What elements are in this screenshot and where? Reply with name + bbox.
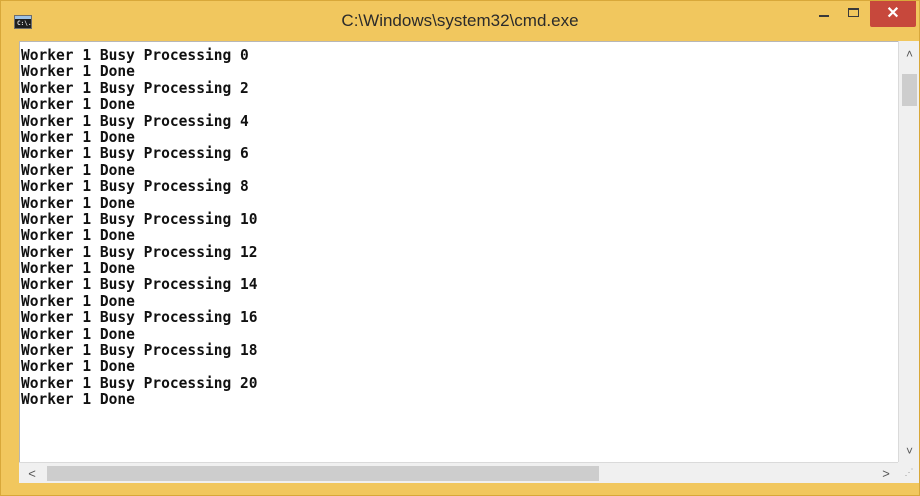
title-bar[interactable]: C:\. C:\Windows\system32\cmd.exe ✕ bbox=[1, 1, 919, 41]
console-line: Worker 1 Busy Processing 14 bbox=[21, 275, 258, 294]
console-line: Worker 1 Busy Processing 12 bbox=[21, 242, 258, 261]
minimize-button[interactable] bbox=[809, 1, 839, 27]
scroll-up-icon[interactable]: ˄ bbox=[899, 45, 920, 63]
console-line: Worker 1 Done bbox=[21, 324, 135, 343]
console-line: Worker 1 Done bbox=[21, 226, 135, 245]
console-line: Worker 1 Busy Processing 0 bbox=[21, 46, 249, 64]
minimize-icon bbox=[819, 15, 829, 17]
scroll-right-icon[interactable]: > bbox=[877, 463, 895, 484]
console-line: Worker 1 Busy Processing 4 bbox=[21, 111, 249, 130]
console-line: Worker 1 Busy Processing 2 bbox=[21, 78, 249, 97]
app-icon-glyph: C:\. bbox=[17, 20, 32, 27]
vertical-scroll-thumb[interactable] bbox=[902, 74, 917, 106]
maximize-icon bbox=[848, 8, 859, 17]
maximize-button[interactable] bbox=[839, 1, 869, 27]
console-line: Worker 1 Done bbox=[21, 193, 135, 212]
close-icon: ✕ bbox=[886, 5, 900, 22]
horizontal-scroll-thumb[interactable] bbox=[47, 466, 599, 481]
console-line: Worker 1 Done bbox=[21, 62, 135, 81]
console-lines: Worker 1 Busy Processing 0 Worker 1 Done W… bbox=[21, 47, 265, 408]
resize-grip-icon[interactable]: ⋰ bbox=[903, 466, 915, 478]
console-line: Worker 1 Busy Processing 18 bbox=[21, 341, 258, 360]
console-line: Worker 1 Busy Processing 6 bbox=[21, 144, 249, 163]
console-line: Worker 1 Busy Processing 16 bbox=[21, 308, 258, 327]
cmd-app-icon[interactable]: C:\. bbox=[14, 15, 32, 29]
app-icon-strip bbox=[15, 16, 31, 19]
resize-corner[interactable]: ⋰ bbox=[898, 462, 919, 483]
console-line: Worker 1 Done bbox=[21, 127, 135, 146]
console-line: Worker 1 Busy Processing 10 bbox=[21, 209, 258, 228]
scroll-down-icon[interactable]: ˅ bbox=[899, 442, 920, 460]
vertical-scrollbar[interactable]: ˄ ˅ bbox=[898, 41, 919, 462]
console-line: Worker 1 Done bbox=[21, 390, 135, 409]
horizontal-scrollbar[interactable]: < > bbox=[19, 462, 898, 483]
console-line: Worker 1 Busy Processing 20 bbox=[21, 373, 258, 392]
window-title: C:\Windows\system32\cmd.exe bbox=[341, 11, 579, 30]
console-output[interactable]: Worker 1 Busy Processing 0 Worker 1 Done W… bbox=[19, 41, 898, 462]
console-line: Worker 1 Busy Processing 8 bbox=[21, 177, 249, 196]
console-window: C:\. C:\Windows\system32\cmd.exe ✕ Worke… bbox=[0, 0, 920, 496]
close-button[interactable]: ✕ bbox=[870, 1, 916, 27]
console-line: Worker 1 Done bbox=[21, 291, 135, 310]
console-line: Worker 1 Done bbox=[21, 160, 135, 179]
scroll-left-icon[interactable]: < bbox=[23, 463, 41, 484]
console-line: Worker 1 Done bbox=[21, 95, 135, 114]
console-line: Worker 1 Done bbox=[21, 357, 135, 376]
console-line: Worker 1 Done bbox=[21, 259, 135, 278]
